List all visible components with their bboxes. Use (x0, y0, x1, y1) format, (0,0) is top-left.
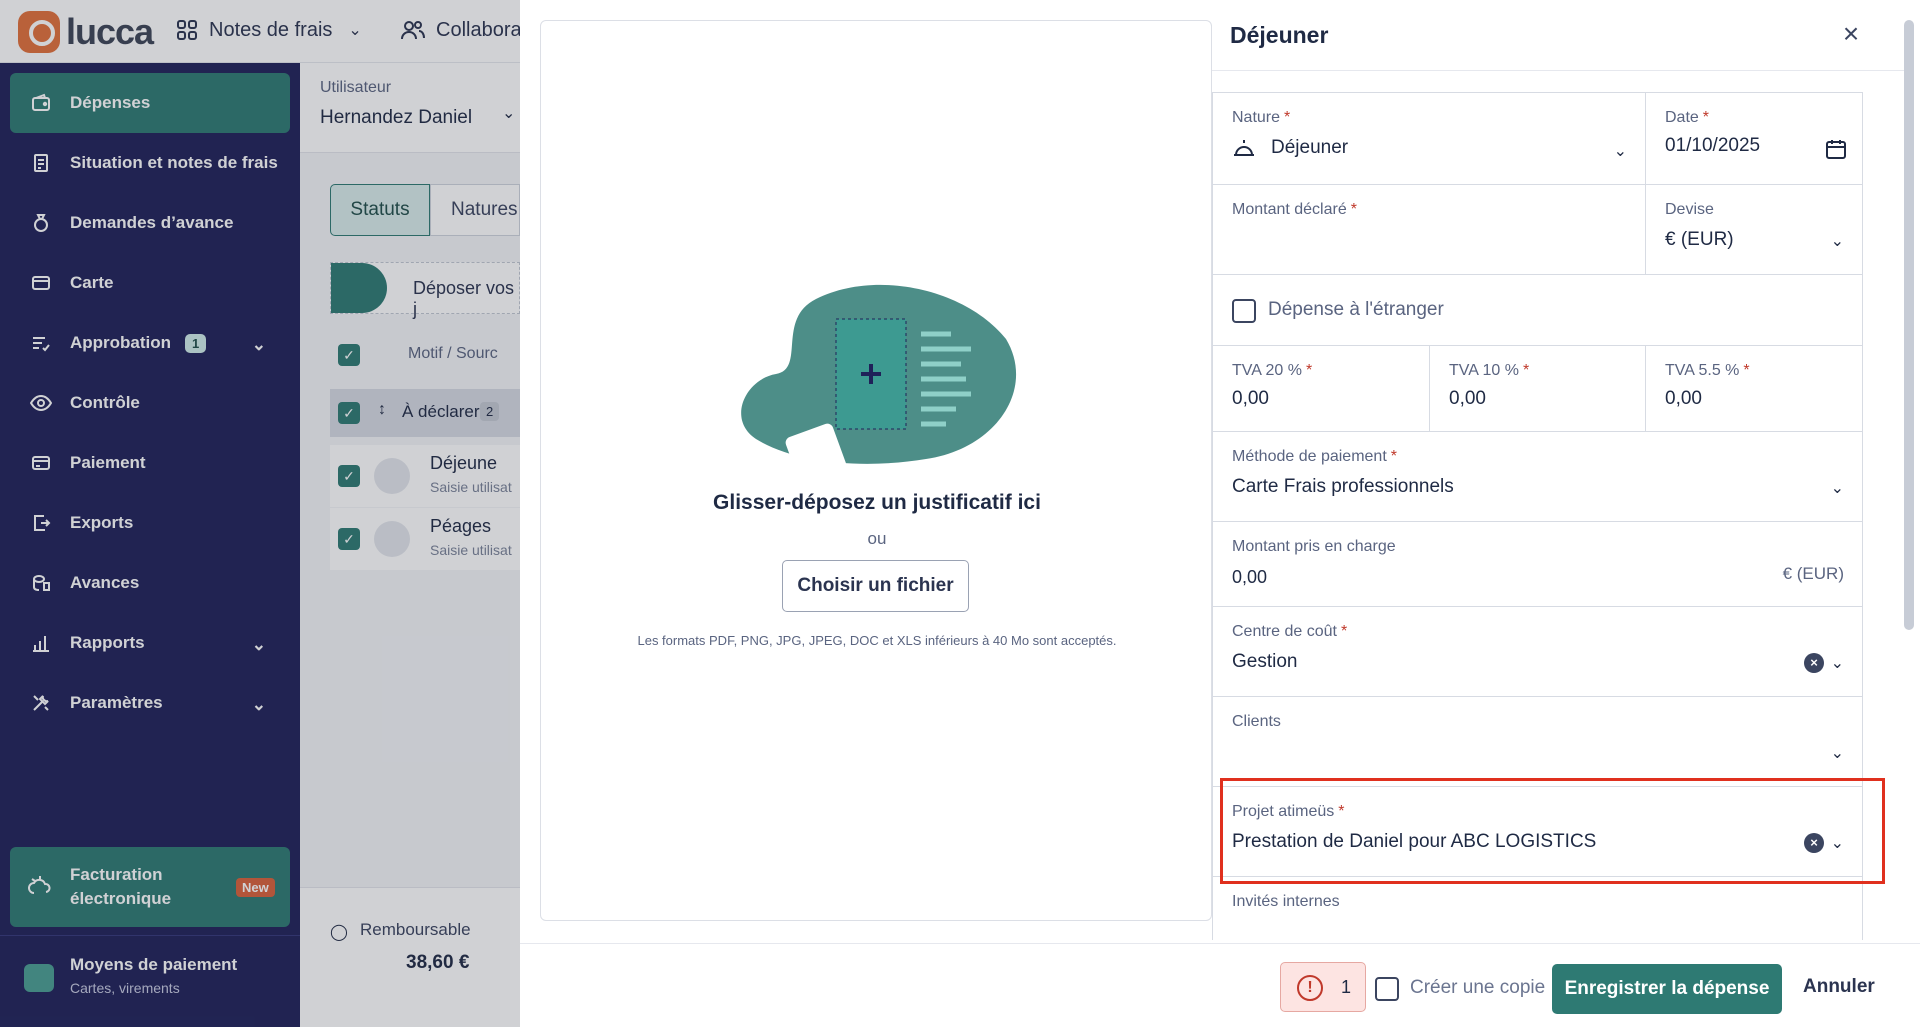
nature-field[interactable]: Nature * Déjeuner ⌄ (1212, 92, 1646, 185)
pris-label: Montant pris en charge (1232, 538, 1396, 555)
date-label: Date * (1665, 109, 1710, 126)
upload-illustration-icon (741, 284, 1017, 479)
methode-paiement-field[interactable]: Méthode de paiement * Carte Frais profess… (1212, 431, 1863, 522)
pris-currency: € (EUR) (1782, 564, 1844, 583)
centre-cout-field[interactable]: Centre de coût * Gestion × ⌄ (1212, 606, 1863, 697)
tva55-label: TVA 5.5 % * (1665, 362, 1750, 379)
tva10-label: TVA 10 % * (1449, 362, 1530, 379)
chevron-down-icon: ⌄ (1830, 655, 1844, 672)
nature-label: Nature * (1232, 109, 1291, 126)
devise-value: € (EUR) (1665, 229, 1734, 250)
clear-icon[interactable]: × (1804, 653, 1824, 673)
clients-label: Clients (1232, 713, 1281, 730)
methode-value: Carte Frais professionnels (1232, 476, 1454, 497)
close-icon[interactable]: × (1835, 18, 1867, 50)
pris-value: 0,00 (1232, 567, 1268, 587)
invites-internes-field[interactable]: Invités internes (1212, 876, 1863, 940)
receipt-dropzone[interactable]: Glisser-déposez un justificatif ici ou C… (540, 20, 1212, 921)
tva20-label: TVA 20 % * (1232, 362, 1313, 379)
dropzone-or: ou (867, 529, 887, 548)
tva55-field[interactable]: TVA 5.5 % * 0,00 (1645, 345, 1863, 432)
chevron-down-icon: ⌄ (1830, 480, 1844, 497)
dialog-title: Déjeuner (1230, 22, 1329, 48)
warning-count: 1 (1341, 977, 1352, 997)
dropzone-formats-note: Les formats PDF, PNG, JPG, JPEG, DOC et … (637, 633, 1117, 648)
devise-field[interactable]: Devise € (EUR) ⌄ (1645, 184, 1863, 275)
tva55-value: 0,00 (1665, 388, 1702, 409)
chevron-down-icon: ⌄ (1830, 745, 1844, 762)
nature-value: Déjeuner (1271, 137, 1349, 158)
tva10-field[interactable]: TVA 10 % * 0,00 (1429, 345, 1646, 432)
dropzone-title: Glisser-déposez un justificatif ici (713, 491, 1041, 514)
projet-highlight (1220, 778, 1885, 884)
centre-label: Centre de coût * (1232, 623, 1348, 640)
tva20-field[interactable]: TVA 20 % * 0,00 (1212, 345, 1430, 432)
montant-pris-en-charge-field: Montant pris en charge 0,00 € (EUR) (1212, 521, 1863, 607)
devise-label: Devise (1665, 201, 1714, 218)
etranger-label: Dépense à l'étranger (1268, 299, 1444, 320)
expense-dialog: Glisser-déposez un justificatif ici ou C… (520, 0, 1920, 1027)
chevron-down-icon: ⌄ (1830, 233, 1844, 250)
montant-label: Montant déclaré * (1232, 201, 1357, 218)
centre-value: Gestion (1232, 651, 1298, 672)
methode-label: Méthode de paiement * (1232, 448, 1398, 465)
alert-icon: ! (1297, 975, 1323, 1001)
create-copy-label: Créer une copie (1410, 977, 1546, 998)
etranger-row: Dépense à l'étranger (1212, 274, 1863, 346)
calendar-icon[interactable] (1824, 137, 1848, 166)
invites-label: Invités internes (1232, 893, 1340, 910)
tva10-value: 0,00 (1449, 388, 1486, 409)
date-value: 01/10/2025 (1665, 135, 1761, 156)
dialog-footer: ! 1 Créer une copie Enregistrer la dépen… (520, 943, 1920, 1027)
etranger-checkbox[interactable] (1232, 299, 1256, 323)
meal-cloche-icon (1232, 137, 1256, 164)
tva20-value: 0,00 (1232, 388, 1269, 409)
save-expense-button[interactable]: Enregistrer la dépense (1552, 964, 1782, 1014)
create-copy-checkbox[interactable] (1375, 977, 1399, 1001)
chevron-down-icon: ⌄ (1613, 143, 1627, 160)
warning-indicator[interactable]: ! 1 (1280, 962, 1366, 1012)
scrollbar[interactable] (1904, 20, 1914, 630)
cancel-button[interactable]: Annuler (1803, 976, 1875, 998)
date-field[interactable]: Date * 01/10/2025 (1645, 92, 1863, 185)
montant-declare-field[interactable]: Montant déclaré * (1212, 184, 1646, 275)
choose-file-button[interactable]: Choisir un fichier (782, 560, 969, 612)
clients-field[interactable]: Clients ⌄ (1212, 696, 1863, 787)
